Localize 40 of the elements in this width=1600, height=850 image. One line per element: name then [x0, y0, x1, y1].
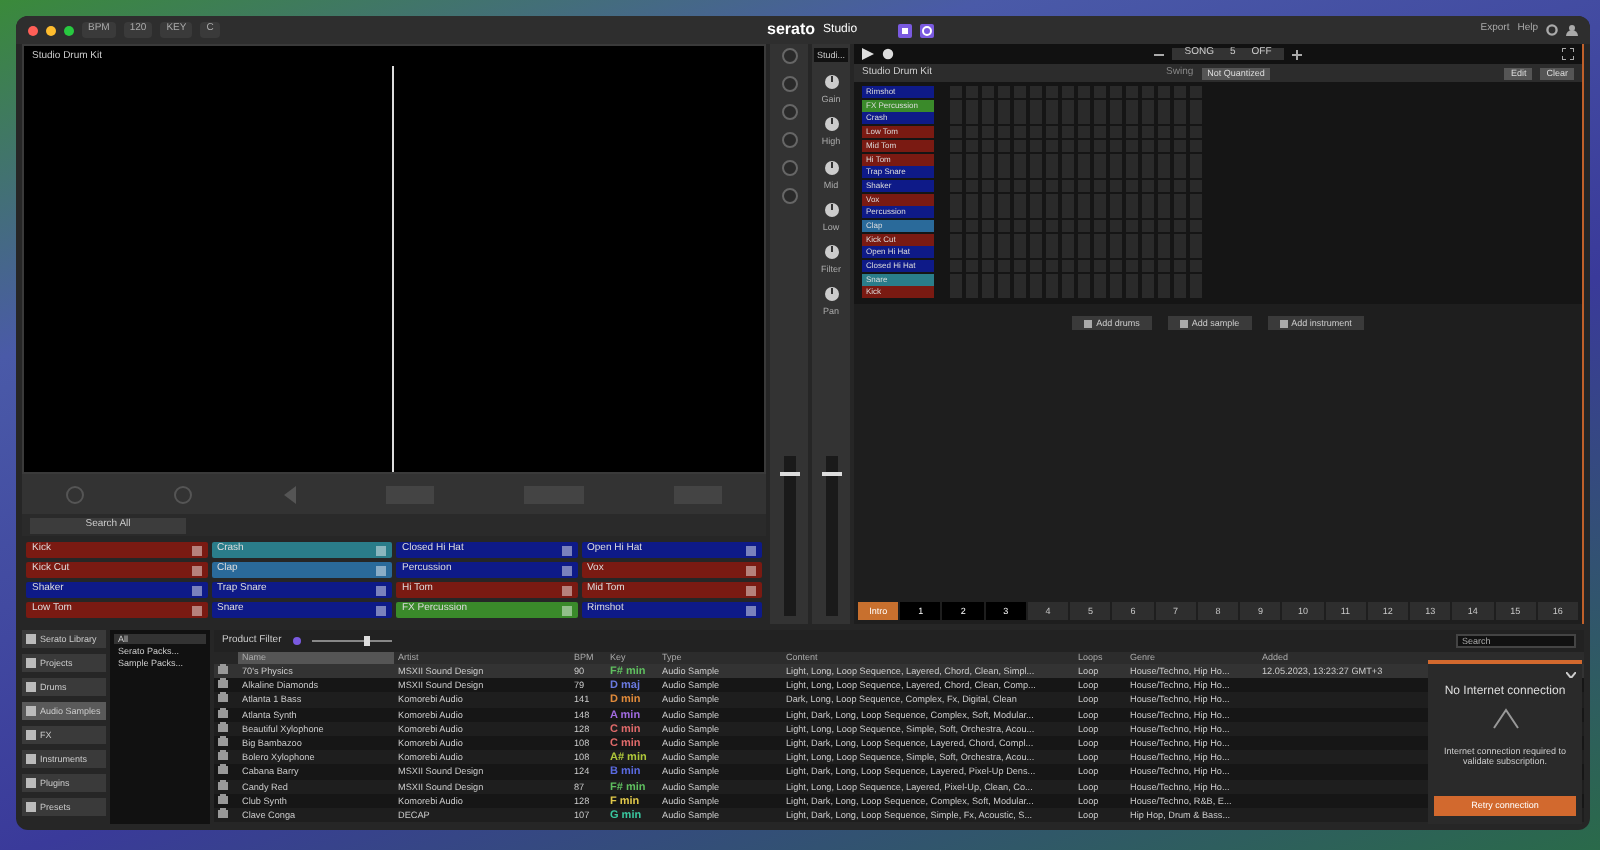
user-icon[interactable]: [1566, 24, 1579, 36]
settings-icon[interactable]: [1546, 24, 1559, 36]
knob-icon[interactable]: [823, 201, 839, 218]
play-icon[interactable]: [862, 48, 874, 60]
tag-icon[interactable]: [291, 636, 302, 646]
fader-thumb[interactable]: [821, 471, 841, 476]
logo-text: serato: [767, 20, 816, 40]
drum-icon: [218, 707, 228, 718]
zoom-slider-thumb[interactable]: [363, 636, 370, 646]
fader-thumb[interactable]: [779, 471, 799, 476]
knob-icon[interactable]: [823, 74, 839, 91]
loop-view-icon[interactable]: [919, 23, 934, 37]
window-control-dot[interactable]: [46, 25, 56, 35]
grid-view-icon[interactable]: [897, 23, 912, 37]
drum-icon: [218, 692, 228, 703]
knob-icon[interactable]: [823, 243, 839, 260]
window-control-dot[interactable]: [28, 25, 38, 35]
drum-icon: [218, 735, 228, 746]
knob-icon[interactable]: [823, 116, 839, 133]
knob-icon[interactable]: [823, 159, 839, 176]
circle-icon[interactable]: [66, 485, 85, 503]
record-icon[interactable]: [882, 48, 894, 60]
drum-icon: [218, 678, 228, 689]
triangle-icon[interactable]: [281, 485, 298, 503]
drum-icon: [218, 779, 228, 789]
drum-icon: [218, 807, 228, 818]
drum-icon: [218, 721, 228, 732]
warning-icon: [1491, 707, 1519, 730]
drum-icon: [218, 764, 228, 775]
chevron-icon[interactable]: [1566, 672, 1576, 678]
knob-icon[interactable]: [823, 286, 839, 303]
fader-track[interactable]: [783, 456, 795, 616]
plus-icon[interactable]: [1291, 49, 1302, 59]
drum-icon: [218, 664, 228, 674]
circle-icon[interactable]: [173, 485, 192, 503]
fader-track[interactable]: [825, 456, 837, 616]
fullscreen-icon[interactable]: [1562, 48, 1575, 60]
drum-icon: [218, 750, 228, 761]
drum-icon: [218, 793, 228, 804]
window-control-dot[interactable]: [64, 25, 74, 35]
